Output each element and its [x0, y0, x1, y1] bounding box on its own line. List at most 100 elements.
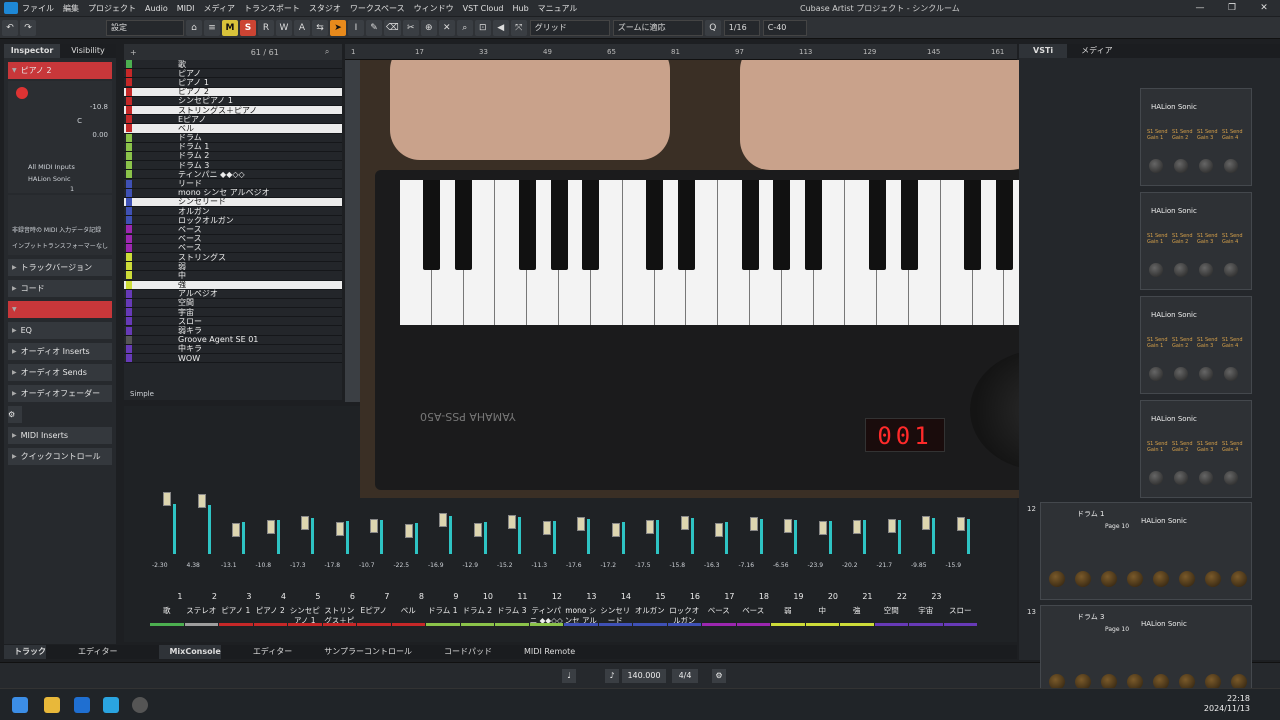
obs-icon[interactable]	[132, 697, 148, 713]
minimize-icon[interactable]: —	[1184, 0, 1216, 16]
knob-icon[interactable]	[1174, 471, 1188, 485]
delay-value[interactable]: 0.00	[92, 131, 108, 139]
menu-file[interactable]: ファイル	[22, 3, 54, 14]
channel-name[interactable]: ティンパニ ◆◆◇◇	[529, 604, 563, 626]
close-icon[interactable]: ✕	[1248, 0, 1280, 16]
channel-fader[interactable]	[370, 518, 379, 533]
preset-select[interactable]: 設定	[106, 19, 184, 36]
menu-transport[interactable]: トランスポート	[244, 3, 300, 14]
tab-editor-left[interactable]: エディター	[68, 645, 117, 659]
knob-icon[interactable]	[1174, 263, 1188, 277]
knob-icon[interactable]	[1153, 571, 1169, 587]
quantize-select[interactable]: 1/16	[723, 19, 760, 36]
tab-midi-remote[interactable]: MIDI Remote	[514, 645, 575, 659]
knob-icon[interactable]	[1075, 571, 1091, 587]
search-icon[interactable]: ⌕	[325, 47, 329, 57]
comp-icon[interactable]: ⊡	[474, 19, 491, 36]
menu-hub[interactable]: Hub	[512, 4, 528, 13]
channel-fader[interactable]	[163, 491, 172, 506]
midi-channel-select[interactable]: 1	[70, 185, 74, 193]
channel-fader[interactable]	[680, 516, 689, 530]
menu-workspace[interactable]: ワークスペース	[350, 3, 405, 14]
autoscroll-icon[interactable]: ⇆	[312, 19, 328, 36]
channel-name[interactable]: ステレオ	[184, 604, 218, 626]
channel-name[interactable]: 宇宙	[909, 604, 943, 626]
knob-icon[interactable]	[1205, 571, 1221, 587]
menu-midi[interactable]: MIDI	[177, 4, 195, 13]
range-icon[interactable]: I	[348, 19, 364, 36]
knob-icon[interactable]	[1179, 571, 1195, 587]
channel-name[interactable]: ストリングス＋ピアノ	[322, 604, 356, 626]
midi-record-option[interactable]: 非録音時の MIDI 入力データ記録	[12, 225, 101, 234]
section-track-versions[interactable]: ▶ トラックバージョン	[8, 259, 112, 276]
transport-settings-icon[interactable]: ⚙	[712, 669, 726, 683]
vsti-slot[interactable]: HALion Sonic S1 Send Gain 1 S1 Send Gain 2…	[1140, 400, 1252, 498]
tab-mixconsole[interactable]: MixConsole	[159, 645, 221, 659]
channel-fader[interactable]	[542, 520, 551, 535]
channel-name[interactable]: 歌	[150, 604, 184, 626]
vsti-slot[interactable]: HALion Sonic S1 Send Gain 1 S1 Send Gain 2…	[1140, 192, 1252, 290]
channel-name[interactable]: 中	[805, 604, 839, 626]
knob-icon[interactable]	[1149, 263, 1163, 277]
undo-icon[interactable]: ↶	[2, 19, 18, 36]
channel-name[interactable]: ベース	[736, 604, 770, 626]
menu-project[interactable]: プロジェクト	[88, 3, 136, 14]
knob-icon[interactable]	[1149, 159, 1163, 173]
channel-name[interactable]: 強	[840, 604, 874, 626]
knob-icon[interactable]	[1199, 159, 1213, 173]
tab-media[interactable]: メディア	[1067, 44, 1126, 58]
maximize-icon[interactable]: ❐	[1216, 0, 1248, 16]
channel-fader[interactable]	[439, 512, 448, 527]
volume-value[interactable]: -10.8	[90, 103, 108, 111]
knob-icon[interactable]	[1199, 367, 1213, 381]
menu-media[interactable]: メディア	[204, 3, 235, 14]
channel-fader[interactable]	[784, 518, 793, 533]
tab-visibility[interactable]: Visibility	[60, 44, 116, 58]
object-select-icon[interactable]: ➤	[330, 19, 346, 36]
channel-fader[interactable]	[232, 523, 241, 537]
tab-inspector[interactable]: Inspector	[4, 44, 60, 58]
channel-name[interactable]: ベル	[391, 604, 425, 626]
knob-icon[interactable]	[1231, 571, 1247, 587]
windows-start-icon[interactable]	[12, 697, 28, 713]
channel-name[interactable]: ドラム 1	[426, 604, 460, 626]
channel-fader[interactable]	[646, 519, 655, 534]
pencil-icon[interactable]: ✎	[366, 19, 382, 36]
gear-icon[interactable]: ⚙	[8, 406, 22, 423]
channel-fader[interactable]	[956, 517, 965, 532]
knob-icon[interactable]	[1101, 571, 1117, 587]
tab-chord-pads[interactable]: コードパッド	[434, 645, 492, 659]
mute-all-button[interactable]: M	[222, 19, 238, 36]
channel-name[interactable]: オルガン	[633, 604, 667, 626]
tab-editor[interactable]: エディター	[243, 645, 292, 659]
knob-icon[interactable]	[1127, 571, 1143, 587]
mute-tool-icon[interactable]: ✕	[438, 19, 455, 36]
channel-fader[interactable]	[335, 521, 344, 536]
automation-button[interactable]: A	[294, 19, 310, 36]
channel-name[interactable]: ピアノ 2	[253, 604, 287, 626]
channel-name[interactable]: シンセピアノ 1	[288, 604, 322, 626]
file-explorer-icon[interactable]	[44, 697, 60, 713]
speaker-icon[interactable]: ◀	[492, 19, 509, 36]
menu-window[interactable]: ウィンドウ	[414, 3, 454, 14]
transpose-value[interactable]: なし	[96, 241, 108, 250]
knob-icon[interactable]	[1149, 471, 1163, 485]
glue-icon[interactable]: ⊕	[420, 19, 437, 36]
section-audio-fader[interactable]: ▶ オーディオフェーダー	[8, 385, 112, 402]
channel-fader[interactable]	[922, 516, 931, 530]
knob-icon[interactable]	[1199, 471, 1213, 485]
menu-vst-cloud[interactable]: VST Cloud	[463, 4, 504, 13]
section-eq[interactable]: ▶ EQ	[8, 322, 112, 339]
scissors-icon[interactable]: ✂	[402, 19, 419, 36]
read-button[interactable]: R	[258, 19, 274, 36]
channel-name[interactable]: ドラム 3	[495, 604, 529, 626]
tab-vsti[interactable]: VSTi	[1019, 44, 1068, 58]
channel-name[interactable]: mono シンセ アル	[564, 604, 598, 626]
channel-fader[interactable]	[404, 524, 413, 539]
channel-name[interactable]: ピアノ 1	[219, 604, 253, 626]
knob-icon[interactable]	[1049, 571, 1065, 587]
pan-value[interactable]: C	[77, 117, 82, 125]
knob-icon[interactable]	[1174, 367, 1188, 381]
tempo-track-icon[interactable]: ♪	[605, 669, 619, 683]
channel-fader[interactable]	[266, 519, 275, 534]
